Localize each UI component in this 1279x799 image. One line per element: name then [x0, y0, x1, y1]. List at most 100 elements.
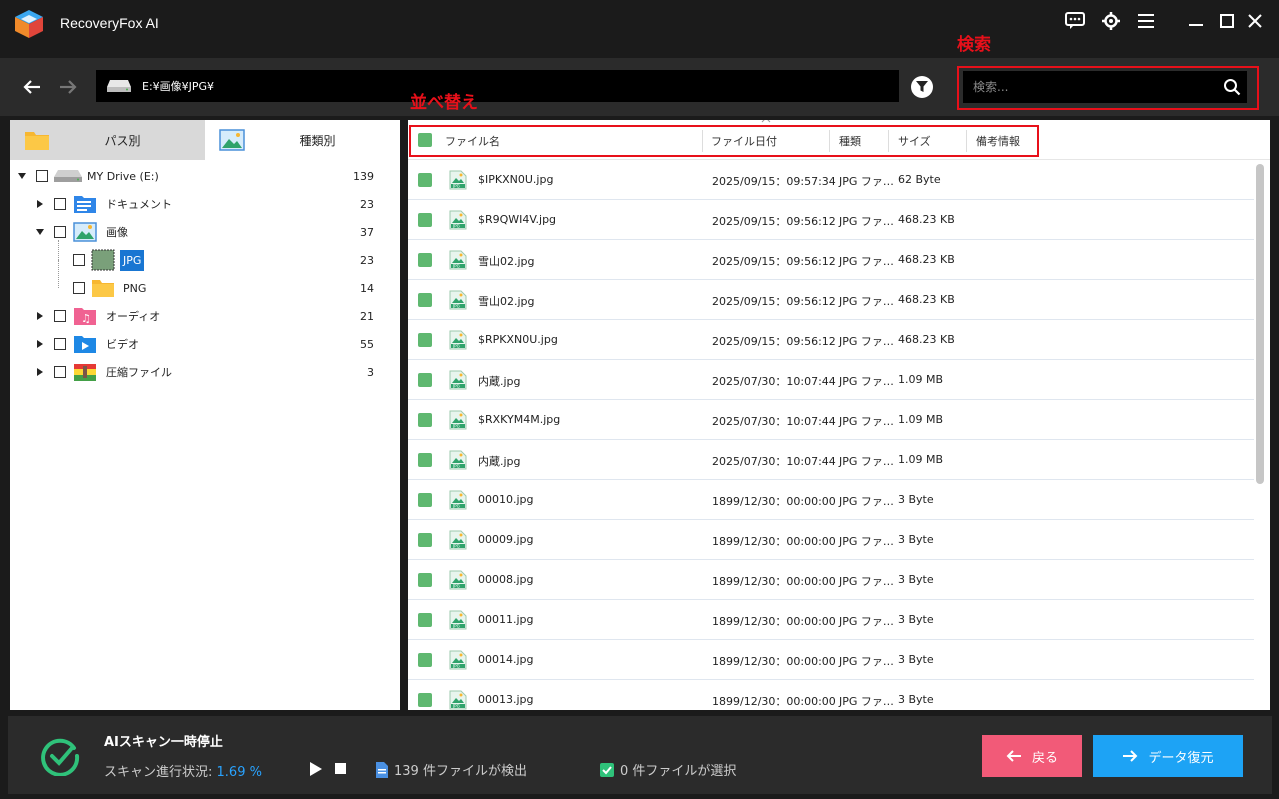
expand-arrow-icon[interactable] — [36, 229, 44, 235]
file-type: JPG ファ… — [839, 615, 894, 628]
tree-item-archive[interactable]: 圧縮ファイル 3 — [10, 358, 400, 386]
tree-item-png[interactable]: PNG 14 — [10, 260, 400, 302]
search-annotation-label: 検索 — [957, 35, 991, 55]
file-date: 1899/12/30：00:00:00 — [712, 495, 836, 508]
row-checkbox[interactable] — [418, 173, 432, 187]
expand-arrow-icon[interactable] — [37, 312, 43, 320]
settings-gear-icon[interactable] — [1100, 10, 1122, 32]
checkbox[interactable] — [73, 282, 85, 294]
checkbox[interactable] — [54, 366, 66, 378]
tree-item-video[interactable]: ビデオ 55 — [10, 330, 400, 358]
tree-item-documents[interactable]: ドキュメント 23 — [10, 190, 400, 218]
checkbox[interactable] — [36, 170, 48, 182]
row-checkbox[interactable] — [418, 613, 432, 627]
file-date: 1899/12/30：00:00:00 — [712, 535, 836, 548]
file-row[interactable]: JPG 00014.jpg 1899/12/30：00:00:00 JPG ファ… 3 … — [408, 640, 1254, 680]
maximize-icon[interactable] — [1216, 10, 1238, 32]
feedback-icon[interactable] — [1064, 10, 1086, 32]
tree-item-images[interactable]: 画像 37 — [10, 218, 400, 246]
row-checkbox[interactable] — [418, 493, 432, 507]
row-checkbox[interactable] — [418, 653, 432, 667]
tab-by-path-label: パス別 — [104, 133, 141, 148]
file-size: 1.09 MB — [898, 413, 944, 426]
file-row[interactable]: JPG 雪山02.jpg 2025/09/15：09:56:12 JPG ファ… 468… — [408, 240, 1254, 280]
svg-text:JPG: JPG — [452, 544, 460, 549]
file-row[interactable]: JPG 00013.jpg 1899/12/30：00:00:00 JPG ファ… 3 … — [408, 680, 1254, 710]
file-name: 00009.jpg — [478, 533, 534, 546]
vertical-scrollbar[interactable] — [1256, 164, 1264, 484]
back-button[interactable]: 戻る — [982, 735, 1082, 777]
tree-guide-line — [58, 260, 59, 288]
file-row[interactable]: JPG $IPKXN0U.jpg 2025/09/15：09:57:34 JPG ファ… — [408, 160, 1254, 200]
forward-arrow-icon[interactable] — [56, 75, 80, 99]
svg-text:JPG: JPG — [452, 584, 460, 589]
recover-button[interactable]: データ復元 — [1093, 735, 1243, 777]
file-row[interactable]: JPG 内蔵.jpg 2025/07/30：10:07:44 JPG ファ… 1.09 … — [408, 360, 1254, 400]
svg-text:JPG: JPG — [452, 384, 460, 389]
file-name: $RXKYM4M.jpg — [478, 413, 561, 426]
row-checkbox[interactable] — [418, 453, 432, 467]
row-checkbox[interactable] — [418, 413, 432, 427]
checkbox[interactable] — [54, 198, 66, 210]
tree-item-label: JPG — [120, 249, 145, 271]
expand-arrow-icon[interactable] — [18, 173, 26, 179]
file-type: JPG ファ… — [839, 335, 894, 348]
expand-arrow-icon[interactable] — [37, 340, 43, 348]
row-checkbox[interactable] — [418, 293, 432, 307]
file-row[interactable]: JPG 雪山02.jpg 2025/09/15：09:56:12 JPG ファ… 468… — [408, 280, 1254, 320]
file-size: 468.23 KB — [898, 293, 955, 306]
back-arrow-icon[interactable] — [20, 75, 44, 99]
tab-by-type[interactable]: 種類別 — [205, 120, 400, 160]
checkbox[interactable] — [54, 226, 66, 238]
row-checkbox[interactable] — [418, 693, 432, 707]
tree-item-count: 21 — [360, 309, 374, 323]
checkbox[interactable] — [73, 254, 85, 266]
row-checkbox[interactable] — [418, 253, 432, 267]
file-row[interactable]: JPG 内蔵.jpg 2025/07/30：10:07:44 JPG ファ… 1.09 … — [408, 440, 1254, 480]
row-checkbox[interactable] — [418, 533, 432, 547]
sort-annotation-label: 並べ替え — [410, 93, 478, 113]
file-row[interactable]: JPG $R9QWI4V.jpg 2025/09/15：09:56:12 JPG ファ… — [408, 200, 1254, 240]
filter-icon[interactable] — [911, 76, 933, 98]
minimize-icon[interactable] — [1185, 10, 1207, 32]
image-folder-icon — [73, 222, 97, 242]
stop-icon[interactable] — [335, 763, 346, 774]
file-row[interactable]: JPG $RPKXN0U.jpg 2025/09/15：09:56:12 JPG ファ… — [408, 320, 1254, 360]
row-checkbox[interactable] — [418, 373, 432, 387]
expand-arrow-icon[interactable] — [37, 200, 43, 208]
jpg-file-icon: JPG — [448, 650, 468, 673]
checkbox[interactable] — [54, 338, 66, 350]
checkbox[interactable] — [54, 310, 66, 322]
close-icon[interactable] — [1244, 10, 1266, 32]
jpg-file-icon: JPG — [448, 370, 468, 393]
file-date: 1899/12/30：00:00:00 — [712, 655, 836, 668]
file-name: 雪山02.jpg — [478, 255, 535, 268]
tree-item-count: 37 — [360, 225, 374, 239]
recover-button-label: データ復元 — [1148, 750, 1214, 766]
path-bar[interactable]: E:¥画像¥JPG¥ — [96, 70, 899, 102]
row-checkbox[interactable] — [418, 213, 432, 227]
file-row[interactable]: JPG 00011.jpg 1899/12/30：00:00:00 JPG ファ… 3 … — [408, 600, 1254, 640]
row-checkbox[interactable] — [418, 573, 432, 587]
file-size: 3 Byte — [898, 613, 934, 626]
tab-by-path[interactable]: パス別 — [10, 120, 205, 160]
file-row[interactable]: JPG 00008.jpg 1899/12/30：00:00:00 JPG ファ… 3 … — [408, 560, 1254, 600]
tree-item-audio[interactable]: ♫ オーディオ 21 — [10, 302, 400, 330]
menu-icon[interactable] — [1135, 10, 1157, 32]
expand-arrow-icon[interactable] — [37, 368, 43, 376]
category-panel: パス別 種類別 MY Drive (E:) 139 ドキュメント 23 画像 3… — [10, 120, 400, 710]
search-annotation-box — [957, 66, 1259, 110]
resume-play-icon[interactable] — [309, 762, 322, 776]
folder-icon — [92, 280, 114, 297]
file-row[interactable]: JPG 00010.jpg 1899/12/30：00:00:00 JPG ファ… 3 … — [408, 480, 1254, 520]
file-type: JPG ファ… — [839, 175, 894, 188]
file-date: 2025/09/15：09:56:12 — [712, 335, 836, 348]
file-row[interactable]: JPG 00009.jpg 1899/12/30：00:00:00 JPG ファ… 3 … — [408, 520, 1254, 560]
tree-item-jpg[interactable]: JPG 23 — [10, 240, 400, 274]
svg-text:JPG: JPG — [452, 664, 460, 669]
file-row[interactable]: JPG $RXKYM4M.jpg 2025/07/30：10:07:44 JPG ファ… — [408, 400, 1254, 440]
row-checkbox[interactable] — [418, 333, 432, 347]
file-list-panel: ファイル名 ファイル日付 種類 サイズ 備考情報 JPG $IPKXN0U.jpg… — [408, 120, 1270, 710]
file-size: 3 Byte — [898, 653, 934, 666]
tree-item-drive[interactable]: MY Drive (E:) 139 — [10, 162, 400, 190]
